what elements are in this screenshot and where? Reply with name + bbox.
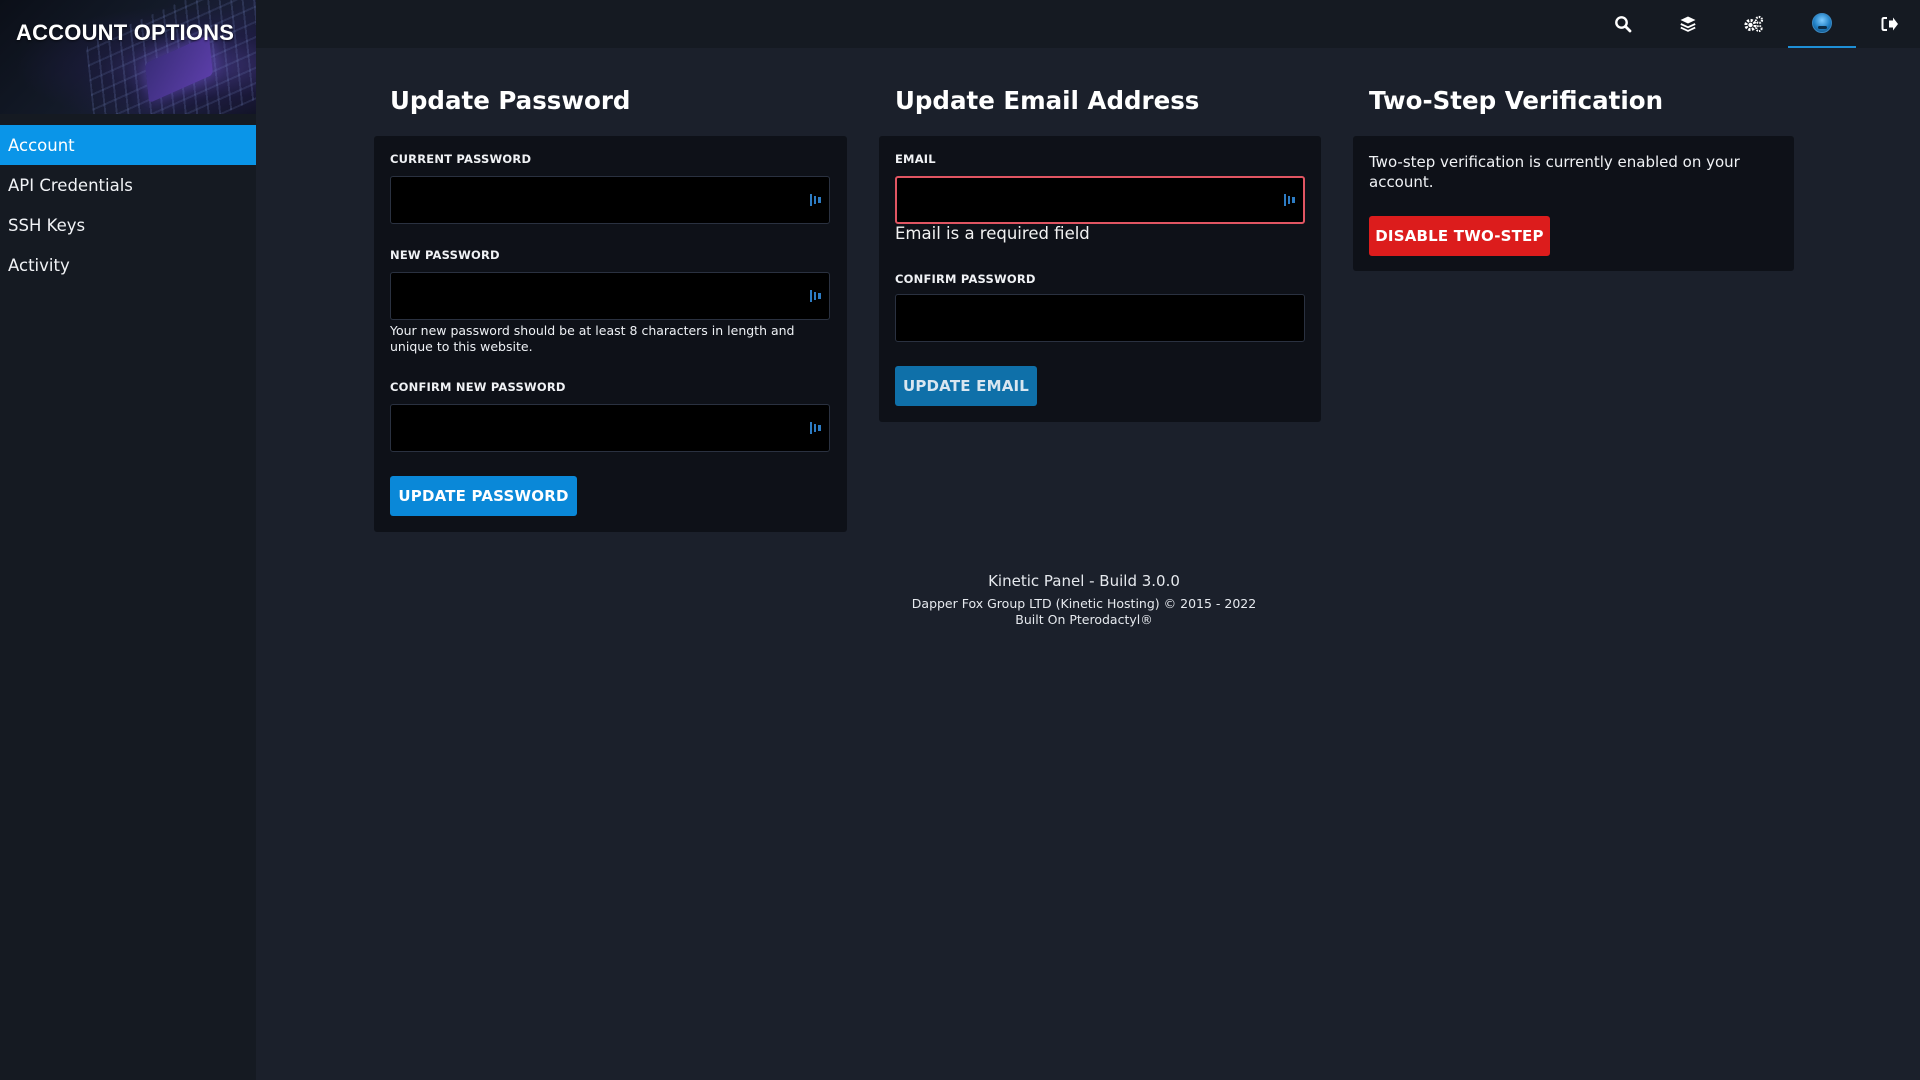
current-password-input[interactable] <box>390 176 830 224</box>
sidebar-item-api-credentials[interactable]: API Credentials <box>0 165 256 205</box>
email-input[interactable] <box>895 176 1305 224</box>
new-password-help-text: Your new password should be at least 8 c… <box>390 323 795 354</box>
password-manager-icon[interactable] <box>1283 193 1295 207</box>
update-email-card: EMAIL Email is a required field CONFIRM … <box>879 136 1321 422</box>
sidebar-item-ssh-keys[interactable]: SSH Keys <box>0 205 256 245</box>
two-step-heading: Two-Step Verification <box>1369 86 1664 115</box>
confirm-password-input[interactable] <box>895 294 1305 342</box>
footer-build-text: Kinetic Panel - Build 3.0.0 <box>988 572 1180 590</box>
footer-built-on-text: Built On Pterodactyl® <box>1015 612 1153 627</box>
confirm-new-password-label: CONFIRM NEW PASSWORD <box>390 380 566 394</box>
new-password-input[interactable] <box>390 272 830 320</box>
confirm-password-label: CONFIRM PASSWORD <box>895 272 1036 286</box>
sidebar-nav: Account API Credentials SSH Keys Activit… <box>0 125 256 285</box>
update-password-card: CURRENT PASSWORD NEW PASSWORD Your new p… <box>374 136 847 532</box>
settings-icon[interactable] <box>1720 0 1788 48</box>
confirm-new-password-input[interactable] <box>390 404 830 452</box>
two-step-status-text: Two-step verification is currently enabl… <box>1369 153 1740 191</box>
layers-icon[interactable] <box>1654 0 1722 48</box>
current-password-label: CURRENT PASSWORD <box>390 152 532 166</box>
update-password-heading: Update Password <box>390 86 631 115</box>
sidebar-item-activity[interactable]: Activity <box>0 245 256 285</box>
sidebar-banner: ACCOUNT OPTIONS <box>0 0 256 114</box>
password-manager-icon[interactable] <box>809 289 821 303</box>
password-manager-icon[interactable] <box>809 193 821 207</box>
password-manager-icon[interactable] <box>809 421 821 435</box>
new-password-label: NEW PASSWORD <box>390 248 500 262</box>
disable-two-step-button[interactable]: DISABLE TWO-STEP <box>1369 216 1550 256</box>
two-step-card: Two-step verification is currently enabl… <box>1353 136 1794 271</box>
top-bar <box>256 0 1920 48</box>
email-label: EMAIL <box>895 152 936 166</box>
sidebar: ACCOUNT OPTIONS Account API Credentials … <box>0 0 256 1080</box>
avatar <box>1812 13 1832 33</box>
logout-icon[interactable] <box>1856 0 1920 48</box>
search-icon[interactable] <box>1589 0 1657 48</box>
update-password-button[interactable]: UPDATE PASSWORD <box>390 476 577 516</box>
sidebar-title: ACCOUNT OPTIONS <box>16 20 235 45</box>
avatar-icon[interactable] <box>1788 0 1856 48</box>
update-email-button[interactable]: UPDATE EMAIL <box>895 366 1037 406</box>
footer-copyright-text: Dapper Fox Group LTD (Kinetic Hosting) ©… <box>911 596 1257 611</box>
email-error-message: Email is a required field <box>895 224 1090 243</box>
update-email-heading: Update Email Address <box>895 86 1200 115</box>
sidebar-item-account[interactable]: Account <box>0 125 256 165</box>
